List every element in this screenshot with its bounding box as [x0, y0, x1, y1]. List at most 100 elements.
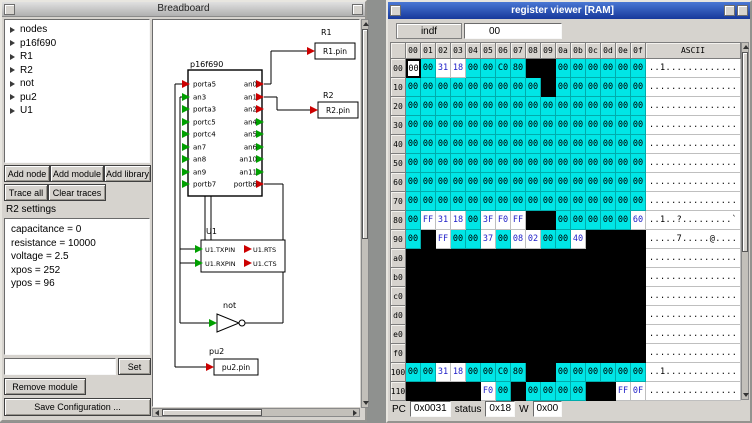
reg-cell[interactable]: 00	[436, 116, 451, 135]
reg-cell[interactable]	[436, 249, 451, 268]
reg-cell[interactable]: 00	[601, 78, 616, 97]
breadboard-canvas[interactable]: p16f690 R1 R1.pin R2 R2.pin U1 U1.TXPIN …	[152, 19, 360, 407]
reg-cell[interactable]	[451, 344, 466, 363]
reg-cell[interactable]: 00	[406, 173, 421, 192]
reg-cell[interactable]: 00	[496, 382, 511, 401]
reg-col-header[interactable]: 06	[496, 43, 511, 59]
reg-cell[interactable]	[556, 249, 571, 268]
ascii-cell[interactable]: ..1.............	[646, 363, 741, 382]
reg-cell[interactable]	[631, 249, 646, 268]
reg-cell[interactable]: 00	[436, 173, 451, 192]
reg-cell[interactable]: 00	[421, 192, 436, 211]
reg-cell[interactable]: 00	[466, 211, 481, 230]
reg-cell[interactable]	[601, 344, 616, 363]
reg-cell[interactable]	[511, 382, 526, 401]
reg-cell[interactable]: 00	[616, 97, 631, 116]
canvas-horizontal-scrollbar[interactable]	[152, 408, 360, 417]
reg-cell[interactable]	[436, 306, 451, 325]
scroll-down-icon[interactable]	[743, 393, 749, 397]
reg-col-header[interactable]: 05	[481, 43, 496, 59]
selected-register-value-entry[interactable]	[464, 23, 562, 39]
reg-cell[interactable]	[556, 268, 571, 287]
scroll-up-icon[interactable]	[363, 22, 369, 26]
reg-cell[interactable]	[631, 287, 646, 306]
reg-cell[interactable]: 00	[466, 97, 481, 116]
reg-cell[interactable]	[601, 230, 616, 249]
reg-cell[interactable]	[511, 268, 526, 287]
reg-cell[interactable]	[616, 230, 631, 249]
reg-row-header[interactable]: 100	[391, 363, 406, 382]
reg-cell[interactable]: 37	[481, 230, 496, 249]
reg-cell[interactable]	[571, 287, 586, 306]
reg-cell[interactable]	[526, 59, 541, 78]
reg-cell[interactable]: 00	[451, 97, 466, 116]
reg-col-header[interactable]: 01	[421, 43, 436, 59]
reg-cell[interactable]: 00	[466, 173, 481, 192]
reg-cell[interactable]: 80	[511, 59, 526, 78]
reg-cell[interactable]	[421, 249, 436, 268]
reg-cell[interactable]	[406, 325, 421, 344]
reg-cell[interactable]: 00	[586, 78, 601, 97]
reg-cell[interactable]	[631, 268, 646, 287]
reg-cell[interactable]: 00	[466, 192, 481, 211]
reg-cell[interactable]: 00	[481, 116, 496, 135]
reg-cell[interactable]	[631, 306, 646, 325]
reg-cell[interactable]: 00	[586, 135, 601, 154]
reg-col-header[interactable]: 09	[541, 43, 556, 59]
reg-row-header[interactable]: e0	[391, 325, 406, 344]
reg-cell[interactable]	[541, 249, 556, 268]
reg-cell[interactable]: 00	[451, 230, 466, 249]
reg-cell[interactable]: 00	[541, 154, 556, 173]
reg-cell[interactable]	[451, 306, 466, 325]
reg-cell[interactable]: 00	[556, 382, 571, 401]
ascii-cell[interactable]: ................	[646, 97, 741, 116]
reg-cell[interactable]	[481, 325, 496, 344]
reg-col-header[interactable]: 0f	[631, 43, 646, 59]
reg-cell[interactable]	[586, 268, 601, 287]
reg-cell[interactable]	[601, 249, 616, 268]
reg-cell[interactable]	[571, 268, 586, 287]
reg-cell[interactable]	[406, 306, 421, 325]
reg-cell[interactable]	[616, 306, 631, 325]
reg-cell[interactable]	[631, 325, 646, 344]
reg-cell[interactable]: 00	[511, 116, 526, 135]
reg-cell[interactable]	[526, 249, 541, 268]
close-icon[interactable]	[352, 4, 363, 15]
reg-cell[interactable]: 00	[466, 363, 481, 382]
reg-cell[interactable]: 00	[616, 116, 631, 135]
register-viewer-titlebar[interactable]: register viewer [RAM]	[388, 2, 750, 19]
expander-icon[interactable]	[10, 40, 15, 46]
reg-cell[interactable]	[466, 287, 481, 306]
reg-cell[interactable]: 00	[436, 78, 451, 97]
reg-cell[interactable]	[466, 249, 481, 268]
reg-col-header[interactable]: 02	[436, 43, 451, 59]
reg-cell[interactable]: 00	[481, 154, 496, 173]
reg-cell[interactable]	[421, 287, 436, 306]
reg-cell[interactable]	[406, 268, 421, 287]
tree-item-R2[interactable]: R2	[5, 64, 149, 78]
reg-cell[interactable]: 31	[436, 211, 451, 230]
reg-cell[interactable]: C0	[496, 59, 511, 78]
reg-cell[interactable]: 00	[571, 78, 586, 97]
reg-cell[interactable]	[511, 325, 526, 344]
reg-cell[interactable]: 00	[496, 173, 511, 192]
tree-item-nodes[interactable]: nodes	[5, 23, 149, 37]
reg-cell[interactable]: 00	[496, 78, 511, 97]
reg-cell[interactable]	[466, 382, 481, 401]
reg-cell[interactable]: C0	[496, 363, 511, 382]
ascii-cell[interactable]: ................	[646, 306, 741, 325]
reg-cell[interactable]	[466, 268, 481, 287]
ascii-cell[interactable]: ................	[646, 154, 741, 173]
reg-cell[interactable]: 00	[406, 363, 421, 382]
reg-cell[interactable]	[586, 249, 601, 268]
reg-cell[interactable]	[526, 268, 541, 287]
reg-col-header[interactable]: 08	[526, 43, 541, 59]
reg-cell[interactable]: 00	[421, 97, 436, 116]
grid-vertical-scrollbar[interactable]	[741, 42, 749, 400]
reg-cell[interactable]: 00	[586, 211, 601, 230]
reg-cell[interactable]	[436, 287, 451, 306]
reg-cell[interactable]	[616, 268, 631, 287]
reg-cell[interactable]	[571, 306, 586, 325]
reg-col-header[interactable]: 03	[451, 43, 466, 59]
ascii-cell[interactable]: ................	[646, 344, 741, 363]
